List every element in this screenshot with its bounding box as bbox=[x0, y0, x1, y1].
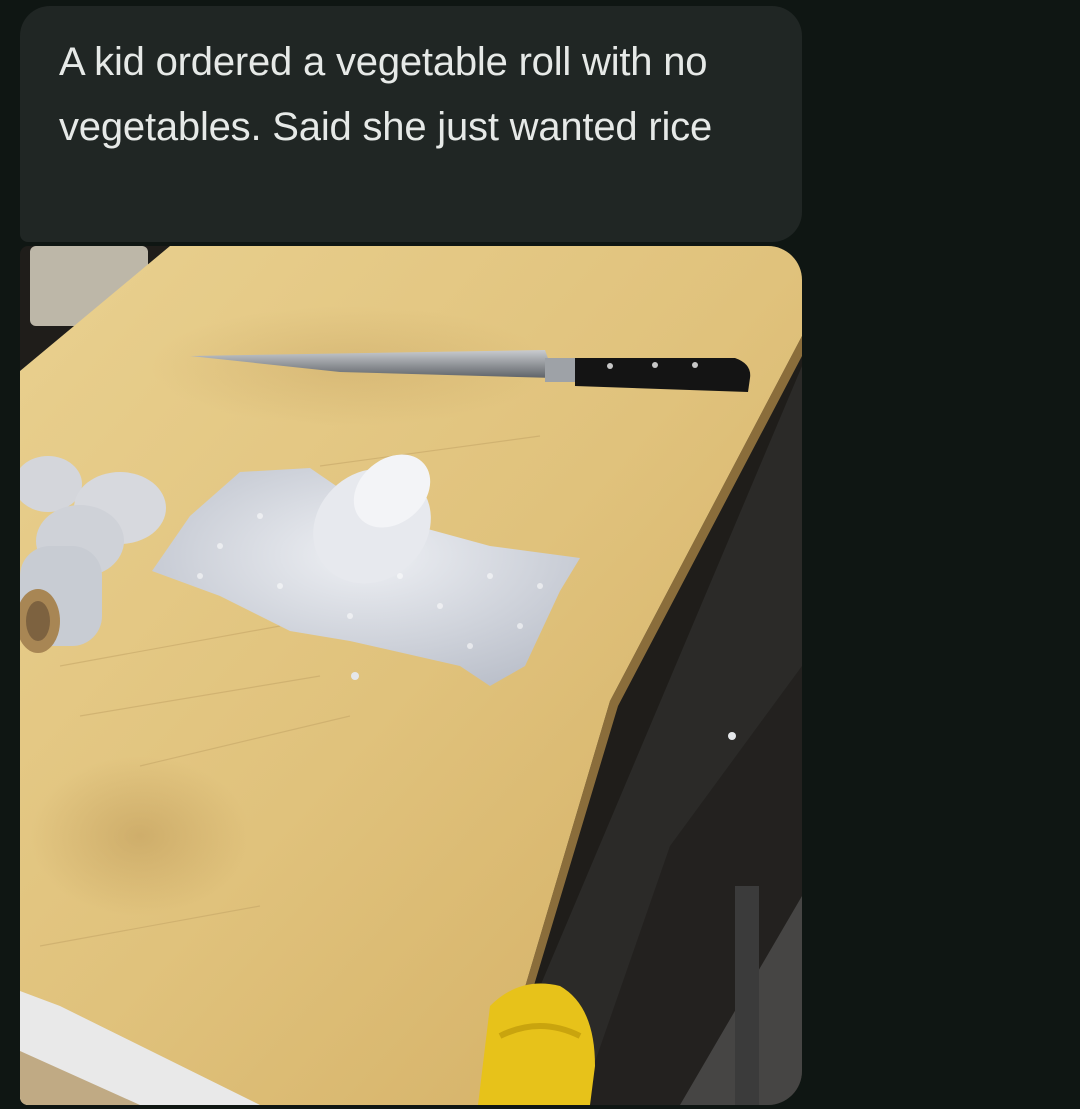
photo-attachment[interactable] bbox=[20, 246, 802, 1105]
yellow-towel bbox=[478, 983, 595, 1105]
message-thread: A kid ordered a vegetable roll with no v… bbox=[0, 0, 1080, 1109]
message-bubble[interactable]: A kid ordered a vegetable roll with no v… bbox=[20, 6, 802, 242]
sushi-photo bbox=[20, 246, 802, 1105]
message-text: A kid ordered a vegetable roll with no v… bbox=[59, 40, 712, 149]
